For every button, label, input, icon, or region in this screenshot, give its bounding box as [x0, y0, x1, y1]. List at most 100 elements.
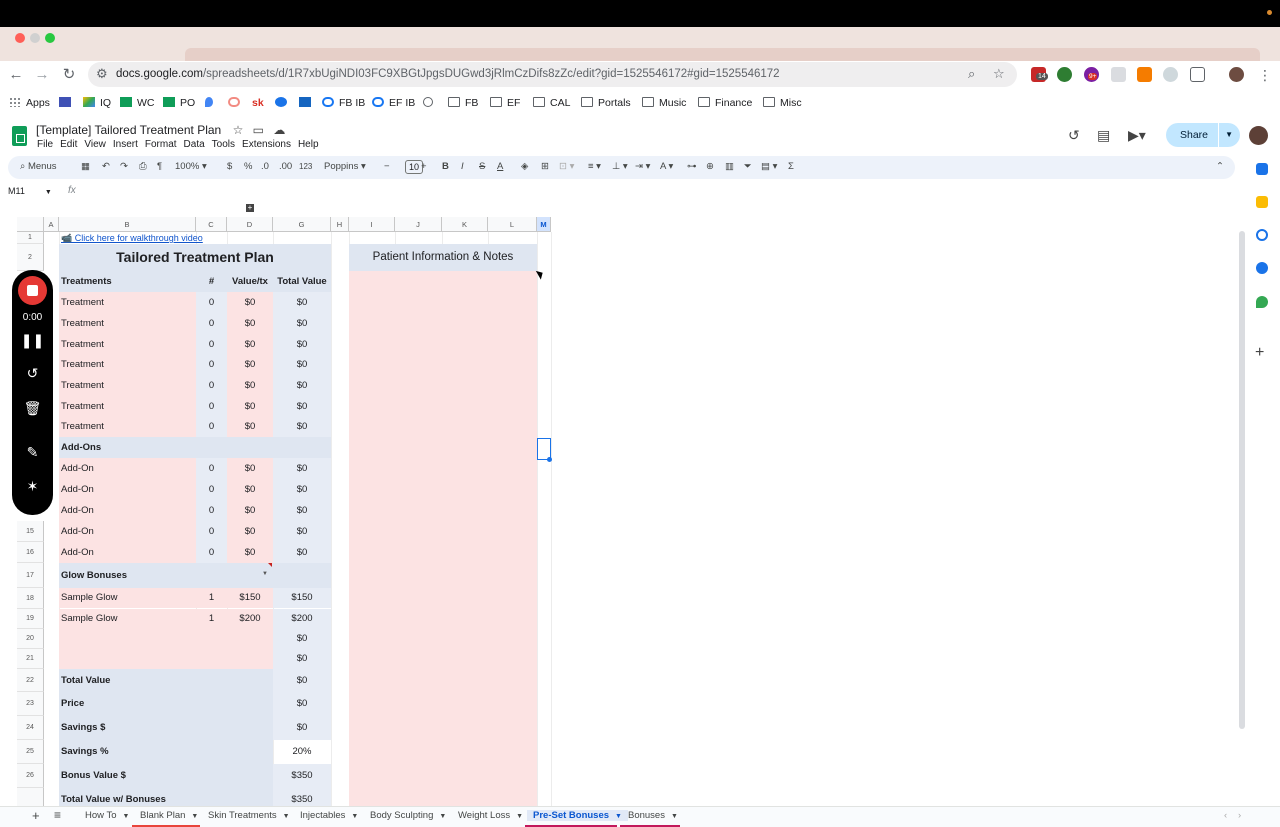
summary-value-cell[interactable]: $0 — [273, 716, 331, 740]
bookmark-fb-ib[interactable]: FB IB — [322, 97, 365, 109]
add-sheet-icon[interactable]: + — [32, 808, 40, 823]
walkthrough-video-link[interactable]: 📹 Click here for walkthrough video — [61, 232, 203, 244]
zoom-search-icon[interactable]: ⌕ — [968, 66, 975, 82]
addon-value-cell[interactable]: $0 — [227, 479, 273, 500]
treatment-count-cell[interactable]: 0 — [196, 396, 227, 417]
fill-color-icon[interactable]: ◈ — [521, 161, 528, 172]
sheet-tab[interactable]: Pre-Set Bonuses ▼ — [527, 810, 628, 821]
restart-icon[interactable]: ↺ — [12, 365, 53, 382]
print-icon[interactable]: ⎙ — [139, 161, 147, 172]
addon-name-cell[interactable]: Add-On — [59, 542, 196, 563]
address-bar[interactable]: ⚙ docs.google.com/spreadsheets/d/1R7xbUg… — [88, 62, 1017, 87]
treatment-value-cell[interactable]: $0 — [227, 354, 273, 375]
column-header-g[interactable]: G — [273, 217, 331, 232]
extension-metamask-icon[interactable] — [1137, 67, 1152, 82]
scroll-tabs-left-icon[interactable]: ‹ — [1224, 810, 1227, 821]
collapse-toolbar-icon[interactable]: ⌃ — [1216, 161, 1224, 172]
treatment-name-cell[interactable]: Treatment — [59, 334, 196, 355]
chrome-menu-icon[interactable]: ⋮ — [1254, 64, 1276, 86]
addon-count-cell[interactable]: 0 — [196, 521, 227, 542]
row-header-23[interactable]: 23 — [17, 692, 44, 716]
scroll-tabs-right-icon[interactable]: › — [1238, 810, 1241, 821]
calendar-icon[interactable]: ▦ — [81, 161, 90, 172]
treatment-total-cell[interactable]: $0 — [273, 354, 331, 375]
sheet-tab[interactable]: Injectables ▼ — [300, 810, 358, 821]
treatment-count-cell[interactable]: 0 — [196, 292, 227, 313]
glow-count-cell[interactable]: 1 — [196, 609, 227, 629]
column-header-b[interactable]: B — [59, 217, 196, 232]
zoom-select[interactable]: 100% ▾ — [175, 161, 207, 172]
browser-tab[interactable] — [185, 48, 1260, 61]
addons-header[interactable]: Add-Ons — [59, 437, 331, 458]
text-color-icon[interactable]: A — [497, 161, 503, 172]
comment-marker[interactable] — [268, 563, 272, 567]
column-header-c[interactable]: C — [196, 217, 227, 232]
glow-total-cell[interactable]: $200 — [273, 609, 331, 629]
bookmark-folder-finance[interactable]: Finance — [698, 97, 752, 109]
column-header-d[interactable]: D — [227, 217, 273, 232]
bookmark-link-icon[interactable] — [228, 97, 245, 109]
bookmark-grid-icon[interactable] — [59, 97, 76, 109]
italic-icon[interactable]: I — [461, 161, 464, 172]
align-horizontal-icon[interactable]: ≡ ▾ — [588, 161, 601, 172]
decrease-decimal-button[interactable]: .0 — [261, 161, 269, 172]
row-header-21[interactable]: 21 — [17, 649, 44, 669]
menu-edit[interactable]: Edit — [60, 139, 77, 150]
comments-icon[interactable]: ▤ — [1097, 127, 1110, 144]
reload-icon[interactable]: ↻ — [58, 64, 80, 86]
menu-format[interactable]: Format — [145, 139, 177, 150]
close-window-button[interactable] — [15, 33, 25, 43]
treatment-value-cell[interactable]: $0 — [227, 416, 273, 437]
select-all-corner[interactable] — [17, 217, 44, 232]
treatment-total-cell[interactable]: $0 — [273, 292, 331, 313]
forward-icon[interactable]: → — [31, 64, 53, 86]
sheet-tab[interactable]: Weight Loss ▼ — [458, 810, 523, 821]
addon-name-cell[interactable]: Add-On — [59, 500, 196, 521]
effects-icon[interactable]: ✶ — [12, 478, 53, 495]
addon-count-cell[interactable]: 0 — [196, 458, 227, 479]
row-header-16[interactable]: 16 — [17, 542, 44, 563]
plan-title[interactable]: Tailored Treatment Plan — [59, 244, 331, 271]
number-format-button[interactable]: 123 — [299, 162, 312, 171]
addon-value-cell[interactable]: $0 — [227, 542, 273, 563]
menu-insert[interactable]: Insert — [113, 139, 138, 150]
column-header-k[interactable]: K — [442, 217, 488, 232]
menu-data[interactable]: Data — [184, 139, 205, 150]
summary-label-cell[interactable]: Savings % — [59, 740, 273, 764]
font-size-increase-icon[interactable]: + — [421, 161, 427, 172]
text-rotation-icon[interactable]: A ▾ — [660, 161, 673, 172]
bookmark-folder-music[interactable]: Music — [642, 97, 686, 109]
bookmark-wc[interactable]: WC — [120, 97, 155, 109]
chevron-down-icon[interactable]: ▼ — [123, 813, 130, 820]
patient-notes-area[interactable] — [349, 271, 537, 809]
sheet-tab[interactable]: Body Sculpting ▼ — [370, 810, 446, 821]
tasks-icon[interactable] — [1256, 229, 1268, 241]
chevron-down-icon[interactable]: ▼ — [439, 813, 446, 820]
chevron-down-icon[interactable]: ▼ — [45, 189, 52, 196]
addon-total-cell[interactable]: $0 — [273, 458, 331, 479]
bookmark-iq[interactable]: IQ — [83, 97, 111, 109]
summary-value-cell[interactable]: $0 — [273, 692, 331, 716]
sheets-logo-icon[interactable] — [12, 126, 27, 146]
addon-total-cell[interactable]: $0 — [273, 500, 331, 521]
minimize-window-button[interactable] — [30, 33, 40, 43]
strikethrough-icon[interactable]: S — [479, 161, 485, 172]
document-title[interactable]: [Template] Tailored Treatment Plan ☆ ▭ ☁ — [36, 123, 285, 137]
percent-format-button[interactable]: % — [244, 161, 252, 172]
addon-value-cell[interactable]: $0 — [227, 458, 273, 479]
treatment-name-cell[interactable]: Treatment — [59, 354, 196, 375]
search-menus[interactable]: ⌕ Menus — [20, 161, 56, 172]
bookmark-folder-misc[interactable]: Misc — [763, 97, 802, 109]
insert-chart-icon[interactable]: ▥ — [725, 161, 734, 172]
glow-count-cell[interactable] — [196, 629, 227, 649]
treatment-name-cell[interactable]: Treatment — [59, 313, 196, 334]
bold-icon[interactable]: B — [442, 161, 449, 172]
row-header-2[interactable]: 2 — [17, 244, 44, 271]
treatment-value-cell[interactable]: $0 — [227, 396, 273, 417]
treatment-total-cell[interactable]: $0 — [273, 396, 331, 417]
calendar-addon-icon[interactable] — [1256, 163, 1268, 175]
extension-openai-icon[interactable] — [1163, 67, 1178, 82]
treatment-value-cell[interactable]: $0 — [227, 292, 273, 313]
addon-name-cell[interactable]: Add-On — [59, 521, 196, 542]
extension-grammarly-icon[interactable] — [1057, 67, 1072, 82]
